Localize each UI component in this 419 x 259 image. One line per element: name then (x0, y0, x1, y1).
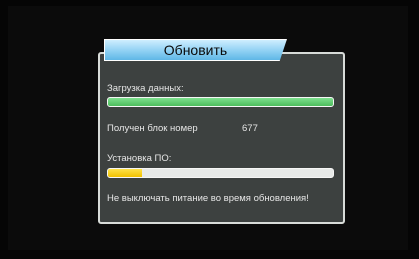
download-label: Загрузка данных: (107, 83, 184, 94)
tv-screen: Обновить Загрузка данных: Получен блок н… (0, 0, 419, 259)
download-progress-bar (107, 97, 334, 107)
download-progress-fill (108, 98, 333, 106)
install-progress-bar (107, 168, 334, 178)
warning-text: Не выключать питание во время обновления… (107, 193, 309, 204)
block-label: Получен блок номер (107, 123, 198, 134)
install-progress-fill (108, 169, 142, 177)
block-number: 677 (242, 123, 258, 134)
dialog-title: Обновить (163, 42, 228, 58)
install-label: Установка ПО: (107, 153, 172, 164)
